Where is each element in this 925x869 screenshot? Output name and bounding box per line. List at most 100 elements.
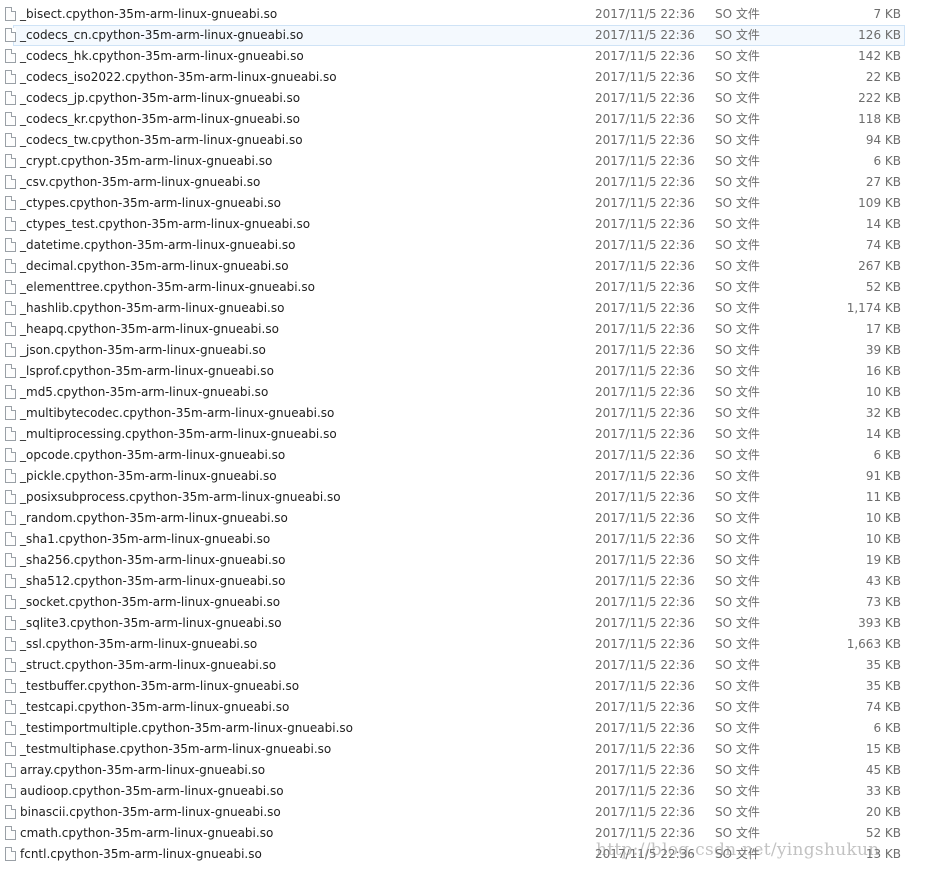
file-modified-date: 2017/11/5 22:36 [595,217,695,231]
file-icon [5,574,16,588]
file-name: _crypt.cpython-35m-arm-linux-gnueabi.so [20,154,273,168]
file-type: SO 文件 [715,616,760,630]
file-name: audioop.cpython-35m-arm-linux-gnueabi.so [20,784,284,798]
file-type: SO 文件 [715,196,760,210]
file-modified-date: 2017/11/5 22:36 [595,175,695,189]
file-row[interactable]: _lsprof.cpython-35m-arm-linux-gnueabi.so… [0,361,925,382]
file-icon [5,154,16,168]
file-icon [5,490,16,504]
file-row[interactable]: _codecs_hk.cpython-35m-arm-linux-gnueabi… [0,46,925,67]
file-name: _testbuffer.cpython-35m-arm-linux-gnueab… [20,679,300,693]
file-modified-date: 2017/11/5 22:36 [595,721,695,735]
file-row[interactable]: _sha1.cpython-35m-arm-linux-gnueabi.so 20… [0,529,925,550]
file-row[interactable]: _multiprocessing.cpython-35m-arm-linux-g… [0,424,925,445]
file-row[interactable]: _ctypes.cpython-35m-arm-linux-gnueabi.so… [0,193,925,214]
file-row[interactable]: binascii.cpython-35m-arm-linux-gnueabi.s… [0,802,925,823]
file-name: _codecs_tw.cpython-35m-arm-linux-gnueabi… [20,133,303,147]
file-row[interactable]: _testcapi.cpython-35m-arm-linux-gnueabi.… [0,697,925,718]
file-icon [5,847,16,861]
file-row[interactable]: _sha256.cpython-35m-arm-linux-gnueabi.so… [0,550,925,571]
file-icon [5,616,16,630]
file-row[interactable]: _struct.cpython-35m-arm-linux-gnueabi.so… [0,655,925,676]
file-row[interactable]: _sha512.cpython-35m-arm-linux-gnueabi.so… [0,571,925,592]
file-row[interactable]: _testmultiphase.cpython-35m-arm-linux-gn… [0,739,925,760]
file-name: _posixsubprocess.cpython-35m-arm-linux-g… [20,490,341,504]
file-type: SO 文件 [715,322,760,336]
file-row[interactable]: _csv.cpython-35m-arm-linux-gnueabi.so 201… [0,172,925,193]
file-modified-date: 2017/11/5 22:36 [595,700,695,714]
file-row[interactable]: _md5.cpython-35m-arm-linux-gnueabi.so 201… [0,382,925,403]
file-row[interactable]: audioop.cpython-35m-arm-linux-gnueabi.so… [0,781,925,802]
file-type: SO 文件 [715,385,760,399]
file-size: 393 KB [858,616,901,630]
file-size: 20 KB [865,805,901,819]
file-row[interactable]: _ctypes_test.cpython-35m-arm-linux-gnuea… [0,214,925,235]
file-size: 1,663 KB [846,637,901,651]
file-row[interactable]: _posixsubprocess.cpython-35m-arm-linux-g… [0,487,925,508]
file-row[interactable]: _codecs_tw.cpython-35m-arm-linux-gnueabi… [0,130,925,151]
file-type: SO 文件 [715,28,760,42]
file-icon [5,301,16,315]
file-name: _codecs_hk.cpython-35m-arm-linux-gnueabi… [20,49,304,63]
file-type: SO 文件 [715,112,760,126]
file-row[interactable]: _datetime.cpython-35m-arm-linux-gnueabi.… [0,235,925,256]
file-row[interactable]: _testimportmultiple.cpython-35m-arm-linu… [0,718,925,739]
file-name: _hashlib.cpython-35m-arm-linux-gnueabi.s… [20,301,285,315]
file-name: _multibytecodec.cpython-35m-arm-linux-gn… [20,406,335,420]
file-icon [5,742,16,756]
file-name: _struct.cpython-35m-arm-linux-gnueabi.so [20,658,277,672]
file-modified-date: 2017/11/5 22:36 [595,427,695,441]
file-row[interactable]: _multibytecodec.cpython-35m-arm-linux-gn… [0,403,925,424]
file-row[interactable]: _codecs_cn.cpython-35m-arm-linux-gnueabi… [0,25,925,46]
file-row[interactable]: _testbuffer.cpython-35m-arm-linux-gnueab… [0,676,925,697]
file-row[interactable]: _heapq.cpython-35m-arm-linux-gnueabi.so 2… [0,319,925,340]
file-type: SO 文件 [715,742,760,756]
file-size: 74 KB [865,700,901,714]
file-size: 32 KB [865,406,901,420]
file-name: _codecs_jp.cpython-35m-arm-linux-gnueabi… [20,91,301,105]
file-type: SO 文件 [715,70,760,84]
file-modified-date: 2017/11/5 22:36 [595,196,695,210]
file-row[interactable]: _random.cpython-35m-arm-linux-gnueabi.so… [0,508,925,529]
file-row[interactable]: _opcode.cpython-35m-arm-linux-gnueabi.so… [0,445,925,466]
file-name: _random.cpython-35m-arm-linux-gnueabi.so [20,511,288,525]
file-size: 14 KB [865,427,901,441]
file-name: _json.cpython-35m-arm-linux-gnueabi.so [20,343,266,357]
file-row[interactable]: _bisect.cpython-35m-arm-linux-gnueabi.so… [0,4,925,25]
file-row[interactable]: array.cpython-35m-arm-linux-gnueabi.so 20… [0,760,925,781]
file-size: 19 KB [865,553,901,567]
file-type: SO 文件 [715,805,760,819]
file-row[interactable]: _elementtree.cpython-35m-arm-linux-gnuea… [0,277,925,298]
file-row[interactable]: _hashlib.cpython-35m-arm-linux-gnueabi.s… [0,298,925,319]
file-type: SO 文件 [715,490,760,504]
file-icon [5,217,16,231]
file-row[interactable]: _sqlite3.cpython-35m-arm-linux-gnueabi.s… [0,613,925,634]
file-modified-date: 2017/11/5 22:36 [595,343,695,357]
file-type: SO 文件 [715,721,760,735]
file-name: _testimportmultiple.cpython-35m-arm-linu… [20,721,354,735]
file-icon [5,679,16,693]
file-row[interactable]: _crypt.cpython-35m-arm-linux-gnueabi.so 2… [0,151,925,172]
file-icon [5,280,16,294]
file-size: 35 KB [865,679,901,693]
file-row[interactable]: _json.cpython-35m-arm-linux-gnueabi.so 20… [0,340,925,361]
file-modified-date: 2017/11/5 22:36 [595,532,695,546]
file-name: _md5.cpython-35m-arm-linux-gnueabi.so [20,385,269,399]
file-icon [5,91,16,105]
file-row[interactable]: _codecs_kr.cpython-35m-arm-linux-gnueabi… [0,109,925,130]
file-icon [5,49,16,63]
file-icon [5,112,16,126]
file-row[interactable]: _socket.cpython-35m-arm-linux-gnueabi.so… [0,592,925,613]
file-size: 27 KB [865,175,901,189]
file-icon [5,553,16,567]
file-row[interactable]: _ssl.cpython-35m-arm-linux-gnueabi.so 201… [0,634,925,655]
file-modified-date: 2017/11/5 22:36 [595,280,695,294]
file-row[interactable]: _codecs_iso2022.cpython-35m-arm-linux-gn… [0,67,925,88]
file-name: _sqlite3.cpython-35m-arm-linux-gnueabi.s… [20,616,282,630]
file-row[interactable]: _decimal.cpython-35m-arm-linux-gnueabi.s… [0,256,925,277]
file-icon [5,343,16,357]
file-row[interactable]: _codecs_jp.cpython-35m-arm-linux-gnueabi… [0,88,925,109]
file-row[interactable]: _pickle.cpython-35m-arm-linux-gnueabi.so… [0,466,925,487]
file-size: 52 KB [865,280,901,294]
file-size: 109 KB [858,196,901,210]
